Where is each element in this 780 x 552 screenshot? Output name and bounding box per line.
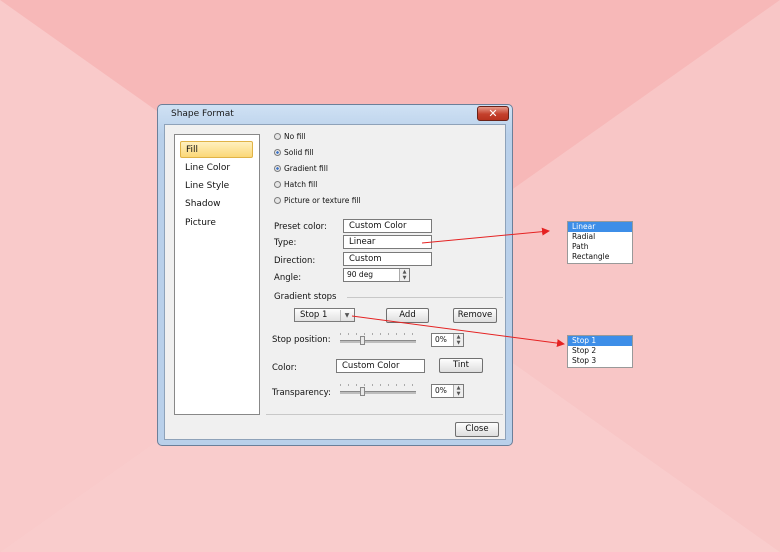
stop-option-3[interactable]: Stop 3 [568, 356, 632, 366]
arrow-type-to-popup [421, 227, 550, 244]
type-option-path[interactable]: Path [568, 242, 632, 252]
annotation-arrows [351, 227, 565, 348]
stop-options-popup: Stop 1 Stop 2 Stop 3 [567, 335, 633, 368]
type-option-rectangle[interactable]: Rectangle [568, 252, 632, 262]
stop-option-1[interactable]: Stop 1 [568, 336, 632, 346]
type-options-popup: Linear Radial Path Rectangle [567, 221, 633, 264]
arrow-stop-to-popup [351, 315, 565, 348]
stop-option-2[interactable]: Stop 2 [568, 346, 632, 356]
type-option-radial[interactable]: Radial [568, 232, 632, 242]
type-option-linear[interactable]: Linear [568, 222, 632, 232]
